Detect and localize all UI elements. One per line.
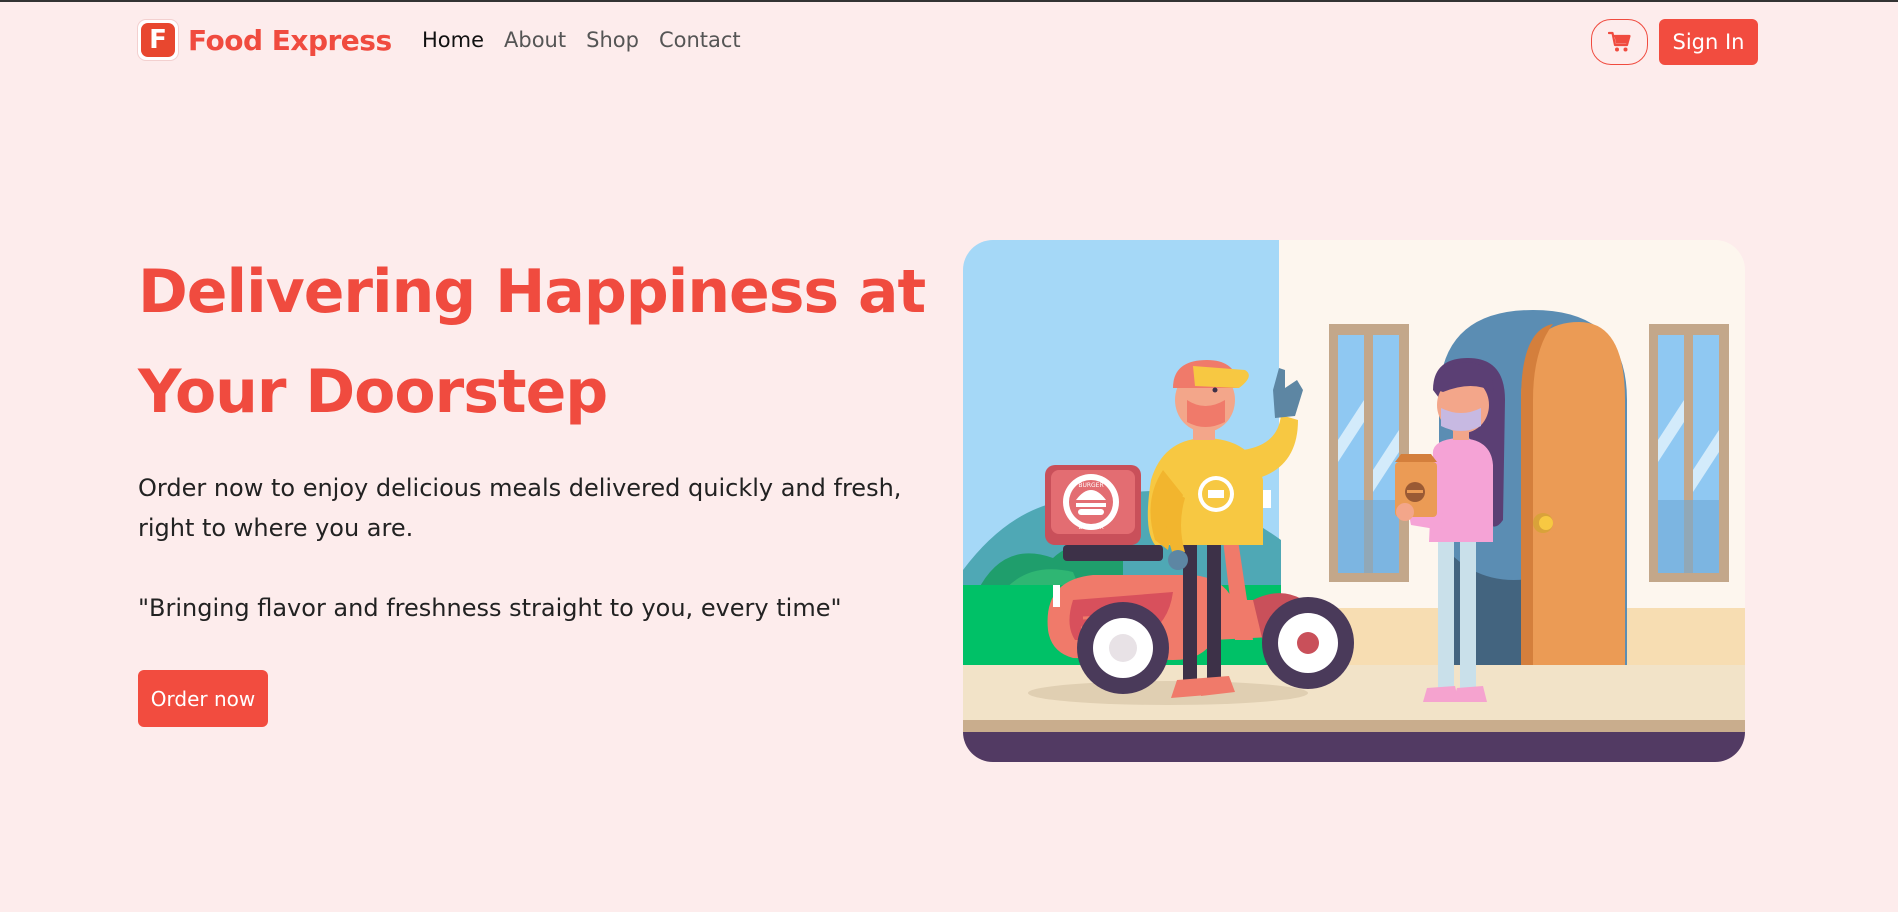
navbar: F Food Express Home About Shop Contact S… [0,2,1898,80]
brand-logo-letter: F [141,23,175,57]
shopping-cart-icon [1607,31,1631,52]
order-now-button[interactable]: Order now [138,670,268,727]
brand-link[interactable]: F Food Express [138,18,392,62]
hero-title-line-1: Delivering Happiness at [138,257,926,327]
nav-link-shop[interactable]: Shop [576,24,649,56]
hero-title-line-2: Your Doorstep [138,357,608,427]
box-label-top: BURGER [1078,482,1103,489]
nav-link-about[interactable]: About [494,24,576,56]
hero-title: Delivering Happiness at Your Doorstep [138,242,938,442]
hero-quote: "Bringing flavor and freshness straight … [138,594,842,622]
delivery-scooter-illustration: BURGER BURGER [963,240,1745,762]
hero-subtitle: Order now to enjoy delicious meals deliv… [138,474,902,542]
box-label-bottom: BURGER [1078,524,1103,531]
brand-name: Food Express [188,23,392,57]
nav-link-contact[interactable]: Contact [649,24,751,56]
nav-link-home[interactable]: Home [422,24,494,56]
sign-in-button[interactable]: Sign In [1659,19,1758,65]
nav-links: Home About Shop Contact [422,24,751,56]
brand-logo: F [138,20,178,60]
cart-button[interactable] [1591,19,1648,65]
